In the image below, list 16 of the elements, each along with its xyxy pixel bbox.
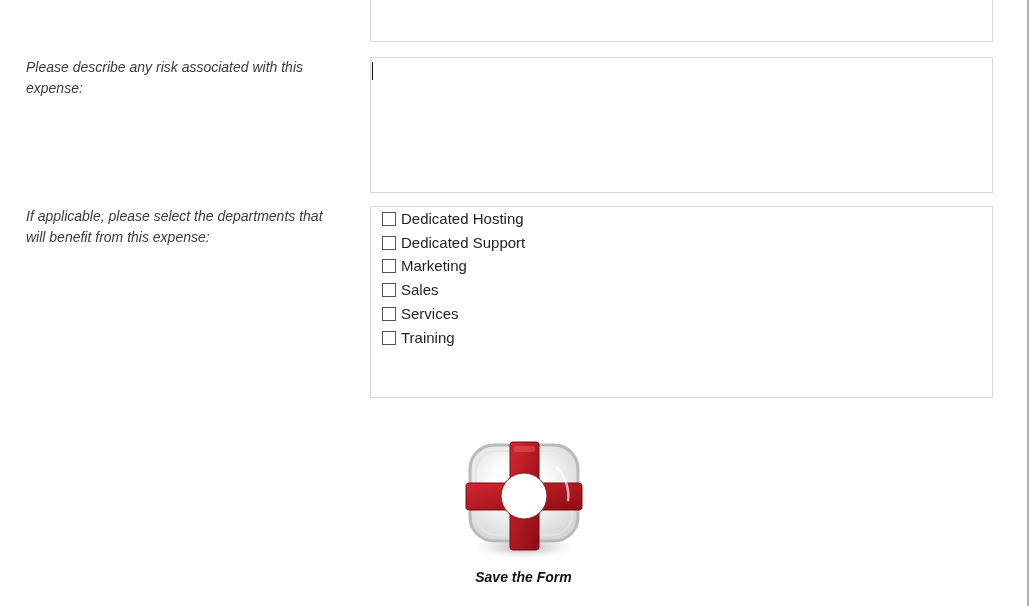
checkbox-label: Dedicated Hosting [401,208,524,229]
checkbox[interactable] [382,283,396,298]
text-cursor [372,62,373,80]
checkbox-label: Dedicated Support [401,232,526,253]
checkbox[interactable] [382,211,396,226]
checkbox-label: Services [401,304,459,325]
field-label: If applicable, please select the departments that will benefit from this expense: [26,207,324,247]
checkbox-label: Training [401,327,455,348]
checkbox[interactable] [382,307,396,322]
field-label: Please describe any risk associated with this expense: [26,58,305,98]
save-button[interactable]: Save the Form [463,439,584,585]
checkbox[interactable] [382,330,396,345]
checkbox-label: Marketing [401,256,467,277]
checkbox-label: Sales [401,280,439,301]
checkbox[interactable] [382,259,396,274]
checkbox[interactable] [382,235,396,250]
